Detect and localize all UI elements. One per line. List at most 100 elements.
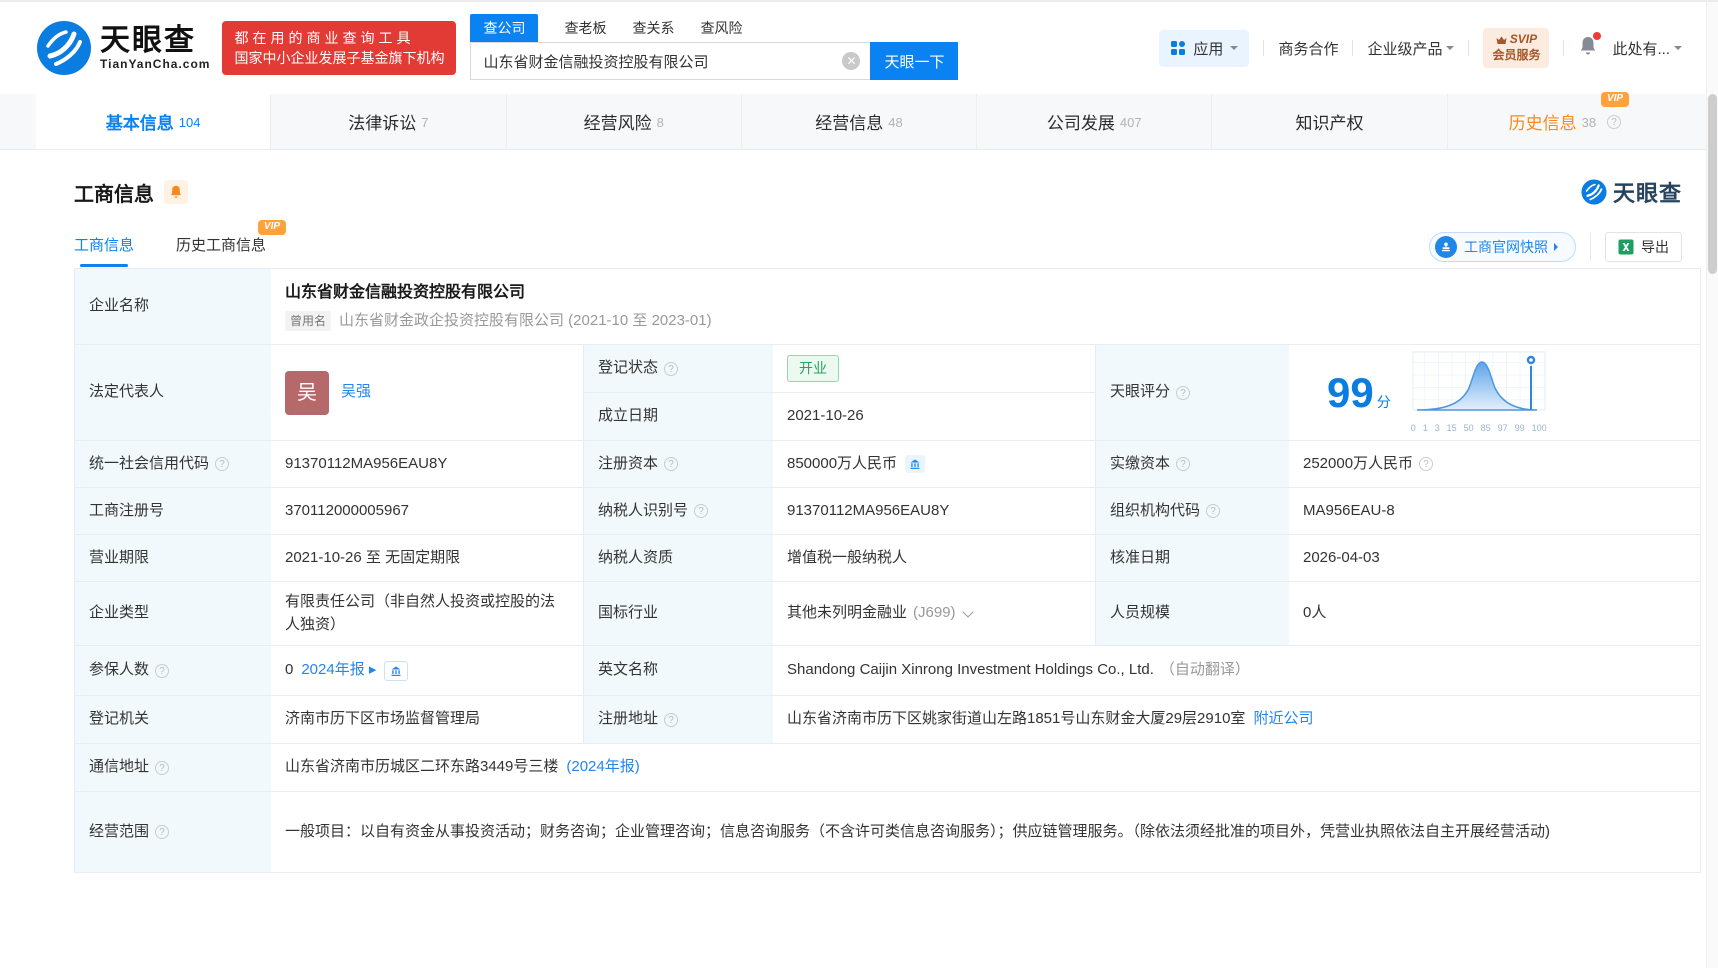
tab-history-info[interactable]: VIP 历史信息 38 ? bbox=[1448, 92, 1682, 149]
approval-date-value: 2026-04-03 bbox=[1289, 535, 1700, 582]
subtab-business-info[interactable]: 工商信息 bbox=[74, 234, 134, 267]
tab-intellectual-property[interactable]: 知识产权 bbox=[1212, 94, 1448, 149]
search-tab-company[interactable]: 查公司 bbox=[470, 14, 539, 42]
score-unit: 分 bbox=[1376, 393, 1391, 410]
taxpayer-id-value: 91370112MA956EAU8Y bbox=[773, 488, 1095, 535]
score-distribution-chart: 0 1 3 15 50 85 97 99 100 bbox=[1411, 350, 1547, 436]
top-nav: 应用 商务合作 企业级产品 SVIP 会员服务 此处有... bbox=[1159, 28, 1682, 68]
watermark-text: 天眼查 bbox=[1612, 181, 1682, 206]
help-icon[interactable]: ? bbox=[1607, 114, 1622, 129]
top-header: 天眼查 TianYanCha.com 都在用的商业查询工具 国家中小企业发展子基… bbox=[0, 2, 1718, 94]
tab-company-development[interactable]: 公司发展 407 bbox=[977, 94, 1213, 149]
export-button[interactable]: 导出 bbox=[1605, 232, 1682, 262]
legal-rep-label: 法定代表人 bbox=[75, 345, 271, 441]
help-icon[interactable]: ? bbox=[1419, 457, 1434, 471]
help-icon[interactable]: ? bbox=[664, 457, 679, 471]
chevron-down-icon bbox=[1230, 46, 1239, 54]
scrollbar[interactable] bbox=[1706, 2, 1718, 968]
help-icon[interactable]: ? bbox=[664, 712, 679, 727]
tianyancha-logo[interactable]: 天眼查 TianYanCha.com bbox=[36, 20, 210, 76]
industry-value: 其他未列明金融业 bbox=[787, 604, 908, 622]
status-badge: 开业 bbox=[787, 355, 839, 382]
credit-code-label: 统一社会信用代码? bbox=[75, 441, 271, 488]
capital-bank-icon[interactable] bbox=[905, 455, 926, 473]
reg-capital-value: 850000万人民币 bbox=[787, 454, 898, 472]
taxpayer-id-label: 纳税人识别号? bbox=[583, 488, 773, 535]
vip-badge: VIP bbox=[1600, 92, 1630, 107]
subtab-history-business-info[interactable]: VIP 历史工商信息 bbox=[176, 219, 287, 267]
business-scope-value: 一般项目：以自有资金从事投资活动；财务咨询；企业管理咨询；信息咨询服务（不含许可… bbox=[271, 792, 1700, 872]
help-icon[interactable]: ? bbox=[1176, 457, 1191, 471]
vip-badge: VIP bbox=[257, 219, 287, 235]
svip-membership-button[interactable]: SVIP 会员服务 bbox=[1483, 28, 1550, 68]
chevron-down-icon bbox=[1446, 46, 1455, 54]
legal-rep-cell: 吴 吴强 bbox=[271, 345, 583, 441]
search-tab-relation[interactable]: 查关系 bbox=[632, 18, 674, 42]
slogan-line-1: 都在用的商业查询工具 bbox=[234, 29, 415, 46]
business-info-table: 企业名称 山东省财金信融投资控股有限公司 曾用名 山东省财金政企投资控股有限公司… bbox=[74, 268, 1701, 873]
legal-rep-link[interactable]: 吴强 bbox=[341, 381, 371, 404]
divider bbox=[1352, 40, 1354, 56]
org-code-label: 组织机构代码? bbox=[1095, 488, 1289, 535]
company-name-label: 企业名称 bbox=[75, 269, 271, 345]
tab-legal-proceedings[interactable]: 法律诉讼 7 bbox=[271, 94, 507, 149]
reg-capital-label: 注册资本? bbox=[583, 441, 773, 488]
divider bbox=[1590, 233, 1591, 261]
chevron-down-icon[interactable] bbox=[961, 605, 974, 618]
business-info-section: 工商信息 天眼查 工商信息 VIP 历史工商信息 工商官网快照 导出 企业名称 … bbox=[0, 176, 1718, 873]
scrollbar-thumb[interactable] bbox=[1708, 94, 1717, 274]
apps-grid-icon bbox=[1171, 41, 1186, 55]
help-icon[interactable]: ? bbox=[694, 504, 709, 518]
slogan-line-2: 国家中小企业发展子基金旗下机构 bbox=[234, 50, 445, 66]
score-cell: 99 分 0 1 3 15 50 85 97 99 100 bbox=[1289, 345, 1700, 441]
help-icon[interactable]: ? bbox=[1206, 504, 1221, 518]
score-label: 天眼评分? bbox=[1095, 345, 1289, 441]
notifications-bell[interactable] bbox=[1578, 32, 1602, 61]
logo-domain: TianYanCha.com bbox=[100, 56, 211, 71]
report-bank-icon[interactable] bbox=[384, 660, 409, 681]
tianyancha-watermark: 天眼查 bbox=[1581, 176, 1682, 208]
annual-report-link[interactable]: 2024年报 ▸ bbox=[301, 659, 376, 682]
tianyancha-logo-icon bbox=[1581, 179, 1607, 205]
paid-capital-label: 实缴资本? bbox=[1095, 441, 1289, 488]
reg-number-value: 370112000005967 bbox=[271, 488, 583, 535]
former-name: 山东省财金政企投资控股有限公司 (2021-10 至 2023-01) bbox=[339, 311, 712, 329]
search-block: 查公司 查老板 查关系 查风险 ✕ 天眼一下 bbox=[470, 14, 959, 80]
mail-address-report-link[interactable]: (2024年报) bbox=[566, 756, 639, 779]
tab-basic-info[interactable]: 基本信息 104 bbox=[36, 94, 272, 149]
user-menu[interactable]: 此处有... bbox=[1612, 38, 1682, 59]
nav-cooperation[interactable]: 商务合作 bbox=[1278, 38, 1338, 59]
score-axis-ticks: 0 1 3 15 50 85 97 99 100 bbox=[1410, 423, 1547, 433]
monitor-bell-button[interactable] bbox=[164, 180, 188, 204]
registry-value: 济南市历下区市场监督管理局 bbox=[271, 696, 583, 744]
address-label: 注册地址? bbox=[583, 696, 773, 744]
legal-rep-avatar[interactable]: 吴 bbox=[285, 370, 329, 415]
auto-translate-note: （自动翻译） bbox=[1159, 661, 1250, 679]
company-type-label: 企业类型 bbox=[75, 582, 271, 646]
apps-label: 应用 bbox=[1193, 40, 1224, 58]
search-tab-boss[interactable]: 查老板 bbox=[564, 18, 606, 42]
help-icon[interactable]: ? bbox=[155, 825, 170, 839]
help-icon[interactable]: ? bbox=[1176, 385, 1191, 400]
established-label: 成立日期 bbox=[583, 393, 773, 441]
official-snapshot-button[interactable]: 工商官网快照 bbox=[1429, 232, 1576, 262]
help-icon[interactable]: ? bbox=[664, 361, 679, 376]
help-icon[interactable]: ? bbox=[155, 760, 170, 775]
business-term-label: 营业期限 bbox=[75, 535, 271, 582]
nearby-companies-link[interactable]: 附近公司 bbox=[1253, 708, 1313, 731]
search-tab-risk[interactable]: 查风险 bbox=[700, 18, 742, 42]
search-input[interactable] bbox=[470, 42, 871, 80]
help-icon[interactable]: ? bbox=[155, 663, 170, 678]
credit-code-value: 91370112MA956EAU8Y bbox=[271, 441, 583, 488]
english-name-label: 英文名称 bbox=[583, 646, 773, 696]
score-value: 99 bbox=[1327, 368, 1374, 416]
tab-operation-info[interactable]: 经营信息 48 bbox=[742, 94, 978, 149]
nav-enterprise[interactable]: 企业级产品 bbox=[1367, 38, 1455, 59]
tab-operation-risk[interactable]: 经营风险 8 bbox=[507, 94, 742, 149]
company-type-value: 有限责任公司（非自然人投资或控股的法人独资） bbox=[271, 582, 583, 646]
address-value: 山东省济南市历下区姚家街道山左路1851号山东财金大厦29层2910室 bbox=[787, 710, 1246, 728]
search-button[interactable]: 天眼一下 bbox=[870, 42, 959, 80]
help-icon[interactable]: ? bbox=[215, 457, 230, 471]
apps-menu[interactable]: 应用 bbox=[1159, 29, 1250, 67]
taxpayer-quality-value: 增值税一般纳税人 bbox=[773, 535, 1095, 582]
